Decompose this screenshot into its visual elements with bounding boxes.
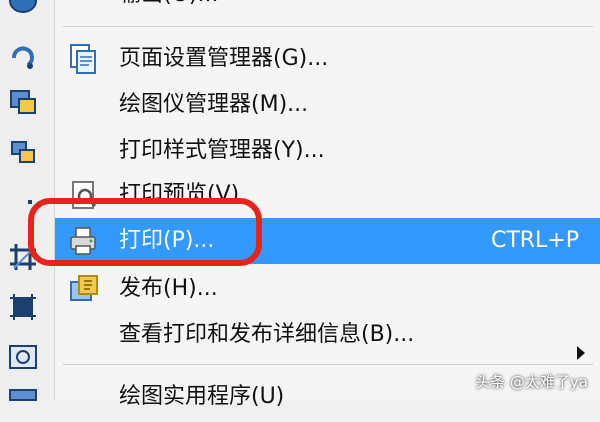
watermark: 头条 @太难了ya	[475, 373, 588, 391]
toolbar-layers-icon[interactable]	[6, 86, 40, 120]
menu-item-plotter-manager[interactable]: 绘图仪管理器(M)...	[55, 82, 600, 128]
menu-item-label: 发布(H)...	[119, 276, 218, 301]
menu-item-page-setup-manager[interactable]: 页面设置管理器(G)...	[55, 36, 600, 82]
menu-separator	[63, 364, 593, 365]
annotation-highlight-circle	[28, 198, 262, 266]
toolbar-globe-icon[interactable]	[6, 0, 40, 18]
submenu-arrow-icon	[577, 346, 585, 360]
publish-icon	[67, 272, 101, 306]
menu-item-label: 绘图仪管理器(M)...	[119, 92, 309, 117]
menu-item-label: 输出(O)...	[119, 0, 218, 10]
menu-item-output[interactable]: 输出(O)...	[55, 0, 600, 18]
menu-item-plot-publish-details[interactable]: 查看打印和发布详细信息(B)...	[55, 312, 600, 360]
toolbar-group-icon[interactable]	[6, 136, 40, 170]
menu-item-label: 打印样式管理器(Y)...	[119, 138, 325, 163]
toolbar-refresh-icon[interactable]	[6, 40, 40, 74]
menu-item-plot-style-manager[interactable]: 打印样式管理器(Y)...	[55, 128, 600, 174]
toolbar-bottom-icon[interactable]	[6, 388, 40, 422]
page-setup-icon	[67, 42, 101, 76]
toolbar-view-icon[interactable]	[6, 340, 40, 374]
toolbar-frame-icon[interactable]	[6, 290, 40, 324]
menu-item-label: 页面设置管理器(G)...	[119, 46, 329, 71]
menu-item-publish[interactable]: 发布(H)...	[55, 266, 600, 312]
menu-item-shortcut: CTRL+P	[490, 228, 579, 253]
menu-item-label: 查看打印和发布详细信息(B)...	[119, 322, 415, 347]
menu-separator	[63, 26, 593, 27]
menu-item-label: 绘图实用程序(U)	[119, 384, 285, 409]
